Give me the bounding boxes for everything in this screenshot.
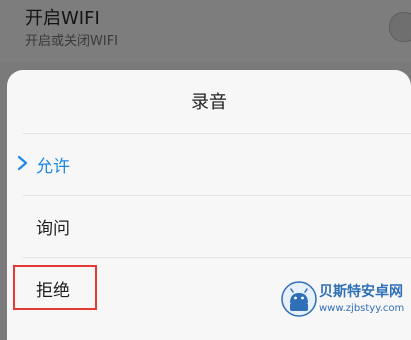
watermark-logo: 贝斯特安卓网 www.zjbstyy.com	[281, 279, 411, 323]
divider	[23, 257, 411, 258]
wifi-toggle[interactable]	[389, 12, 411, 42]
highlight-annotation-box	[13, 265, 97, 310]
option-allow-label: 允许	[36, 157, 70, 177]
divider	[23, 133, 411, 134]
watermark-url: www.zjbstyy.com	[319, 303, 405, 314]
option-ask-label: 询问	[36, 219, 70, 239]
wifi-setting-row[interactable]: 开启WIFI 开启或关闭WIFI	[0, 0, 411, 62]
divider	[23, 195, 411, 196]
option-ask[interactable]: 询问	[7, 195, 411, 257]
option-allow[interactable]: 允许	[7, 133, 411, 195]
watermark-name: 贝斯特安卓网	[319, 284, 403, 300]
wifi-setting-title: 开启WIFI	[25, 8, 100, 29]
chevron-right-icon	[17, 155, 28, 171]
dialog-title: 录音	[191, 92, 227, 113]
wifi-setting-subtitle: 开启或关闭WIFI	[25, 34, 118, 49]
android-robot-icon	[281, 281, 317, 317]
